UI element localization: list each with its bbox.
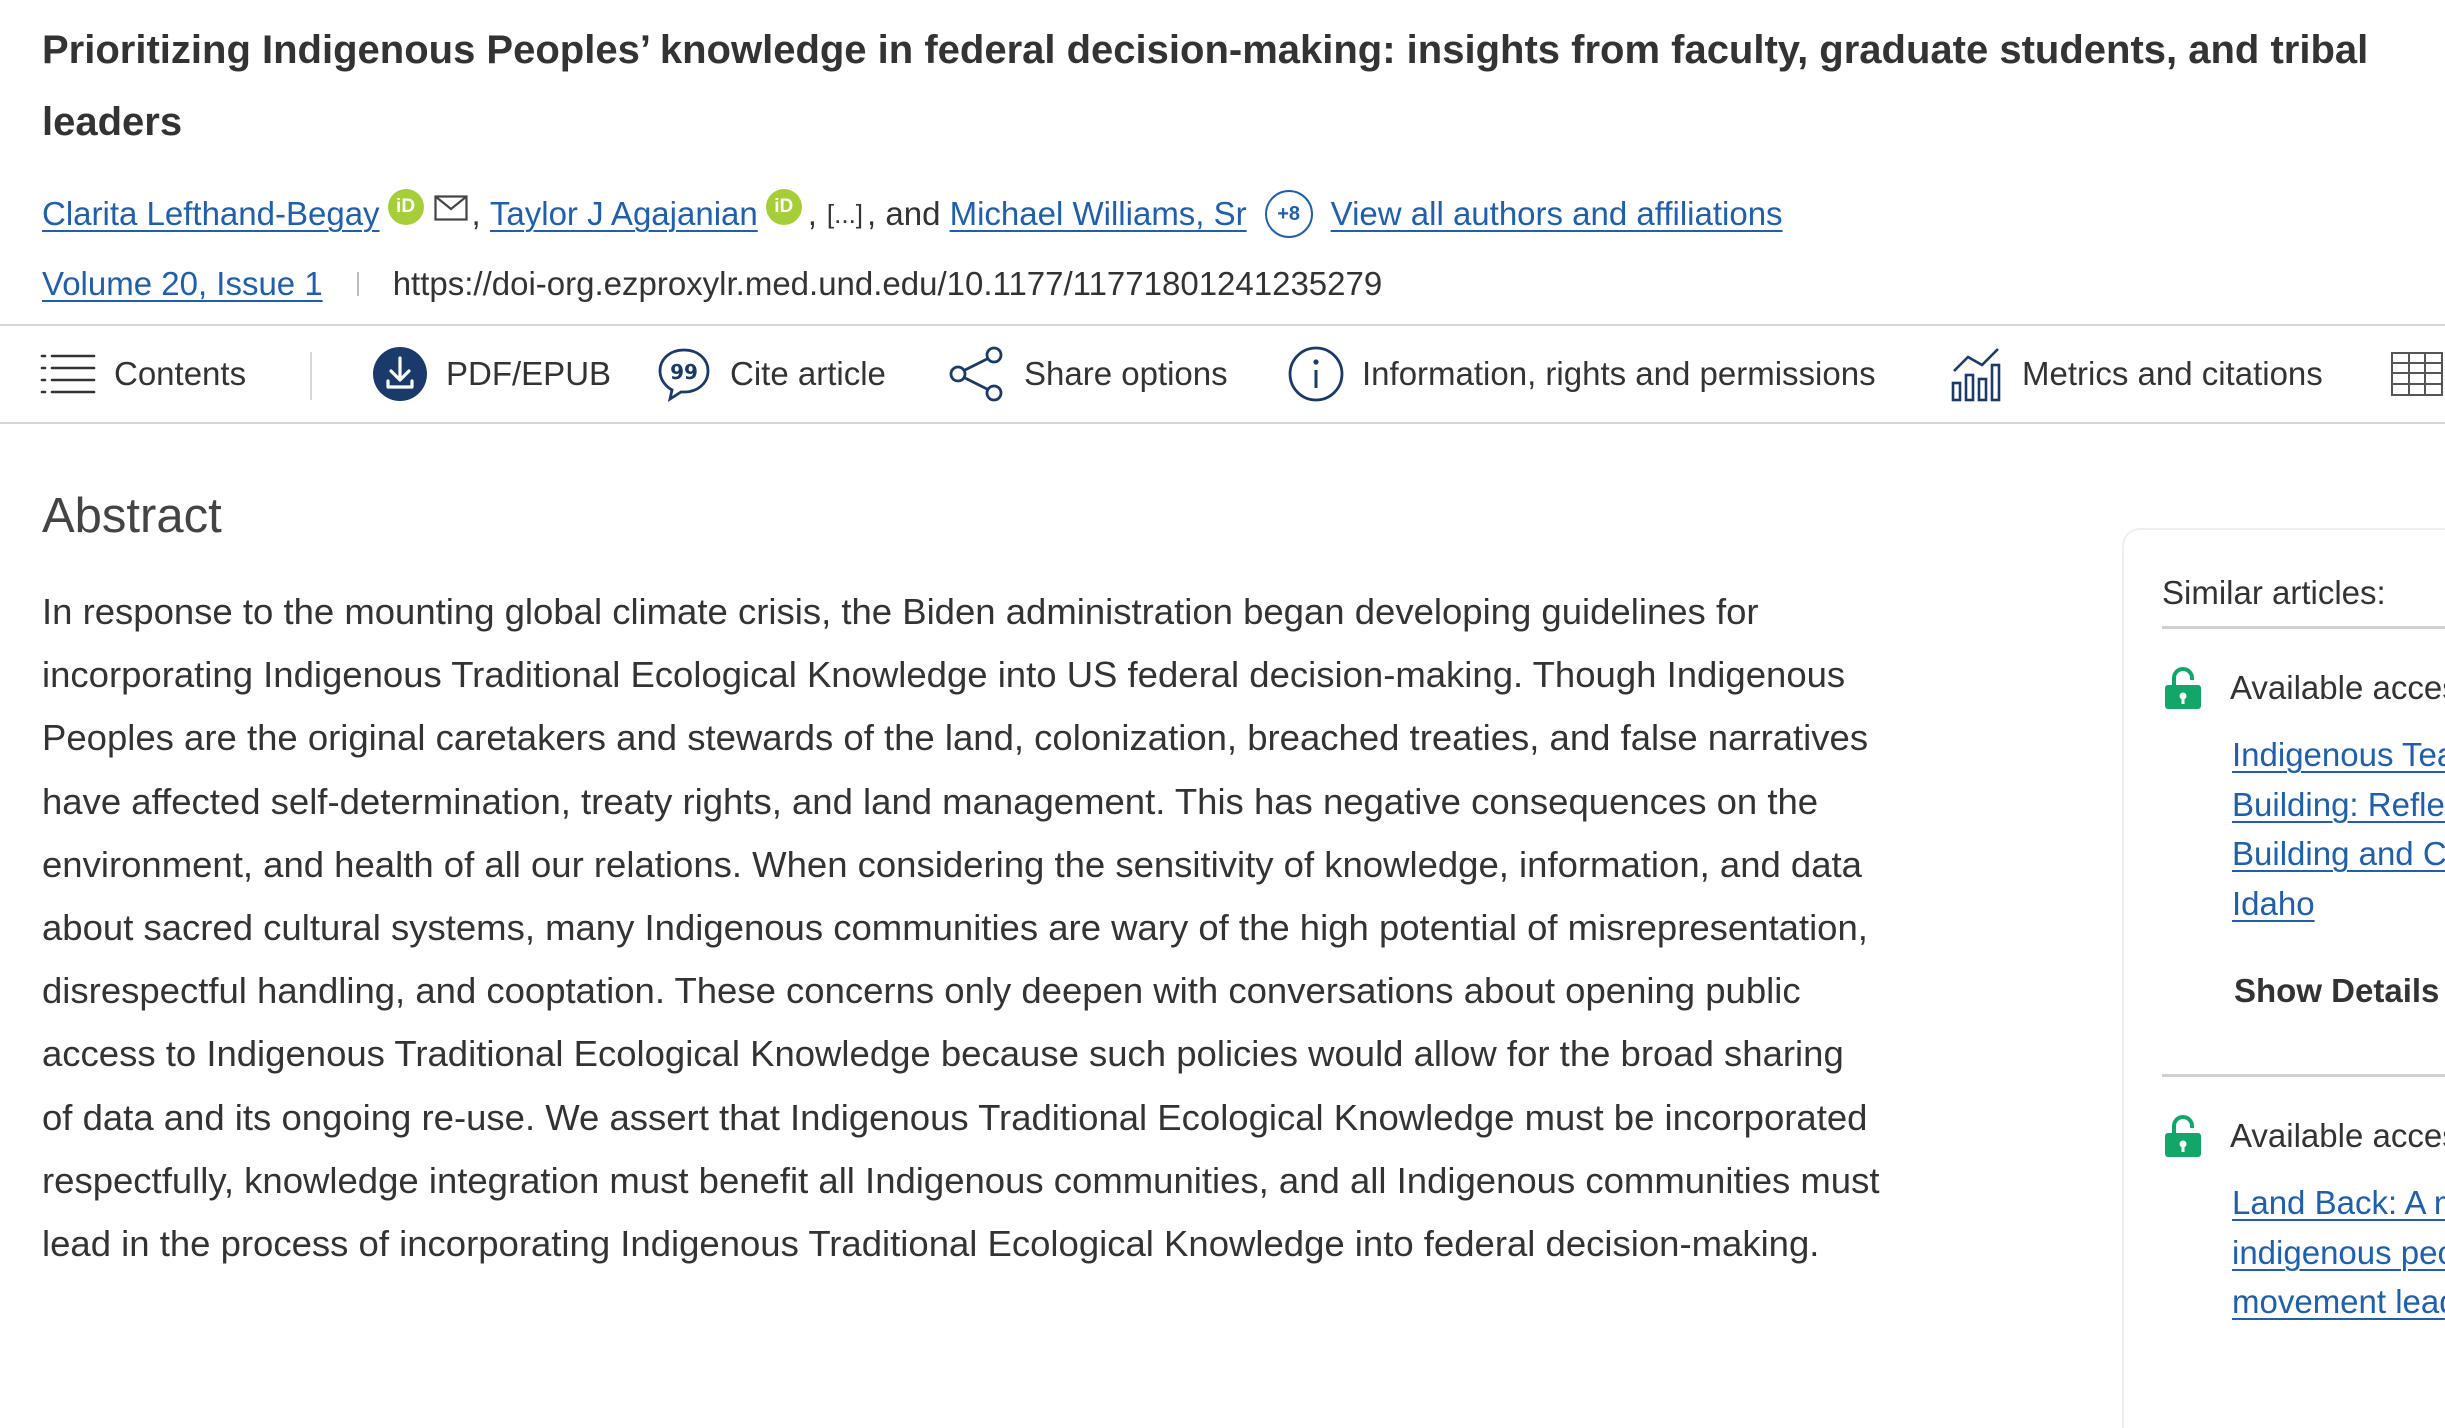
figures-tables-button[interactable] (2390, 326, 2445, 422)
pdf-epub-button[interactable]: PDF/EPUB (372, 326, 611, 422)
volume-issue-link[interactable]: Volume 20, Issue 1 (42, 265, 323, 303)
authors-and-text: and (885, 195, 941, 232)
svg-text:99: 99 (670, 360, 698, 384)
information-rights-button[interactable]: Information, rights and permissions (1288, 326, 1876, 422)
article-toolbar: Contents PDF/EPUB 99 Cite article Share … (0, 324, 2445, 424)
title-line: Indigenous Teaching (2232, 736, 2445, 773)
contents-label: Contents (114, 355, 247, 392)
divider (356, 272, 359, 296)
pdf-epub-label: PDF/EPUB (446, 355, 612, 392)
title-line: Idaho (2232, 884, 2315, 922)
show-details-button[interactable]: Show Details (2234, 972, 2439, 1010)
mail-icon[interactable] (433, 195, 468, 221)
article-title: Prioritizing Indigenous Peoples’ knowled… (42, 28, 2369, 144)
abstract-heading: Abstract (42, 489, 222, 543)
table-icon (2391, 352, 2443, 396)
share-icon (949, 346, 1003, 402)
similar-article-link[interactable]: Indigenous Teaching Building: Reflection… (2232, 730, 2445, 928)
similar-article-link[interactable]: Land Back: A meta- indigenous people mov… (2232, 1178, 2445, 1327)
menu-icon (40, 354, 96, 394)
author-separator: , (807, 195, 817, 232)
citation-row: Volume 20, Issue 1 https://doi-org.ezpro… (42, 256, 1382, 312)
orcid-icon[interactable]: iD (765, 189, 802, 225)
author-list: Clarita Lefthand-Begay iD , Taylor J Aga… (42, 184, 1783, 244)
divider (2162, 626, 2445, 629)
share-options-label: Share options (1024, 355, 1228, 392)
access-label: Available access (2230, 669, 2445, 706)
bar-chart-icon (1951, 348, 2001, 402)
authors-ellipsis[interactable]: [...] (827, 199, 863, 230)
information-rights-label: Information, rights and permissions (1362, 355, 1876, 392)
author-link-last[interactable]: Michael Williams, Sr (950, 195, 1247, 233)
author-link-2[interactable]: Taylor J Agajanian (490, 195, 758, 233)
title-line: Land Back: A meta- (2232, 1184, 2445, 1221)
divider (2162, 1074, 2445, 1077)
author-separator: , (867, 195, 886, 232)
view-all-authors-link[interactable]: View all authors and affiliations (1331, 195, 1783, 233)
cite-article-label: Cite article (730, 355, 886, 392)
abstract-body: In response to the mounting global clima… (42, 591, 1880, 1265)
unlock-icon (2165, 667, 2201, 709)
info-icon (1288, 346, 1344, 402)
access-badge: Available access (2164, 1114, 2445, 1158)
metrics-citations-button[interactable]: Metrics and citations (1950, 326, 2323, 422)
unlock-icon (2165, 1115, 2201, 1157)
title-line: movement leaders (2232, 1283, 2445, 1320)
author-link-1[interactable]: Clarita Lefthand-Begay (42, 195, 380, 233)
similar-articles-panel: Similar articles: Available access Indig… (2122, 528, 2445, 1428)
metrics-citations-label: Metrics and citations (2022, 355, 2323, 392)
title-line: indigenous people (2232, 1233, 2445, 1271)
title-line: Building and Co- (2232, 835, 2445, 872)
title-line: Building: Reflections (2232, 785, 2445, 823)
cite-article-button[interactable]: 99 Cite article (656, 326, 886, 422)
download-icon (373, 347, 427, 401)
access-label: Available access (2230, 1117, 2445, 1154)
toolbar-divider (310, 352, 312, 400)
access-badge: Available access (2164, 666, 2445, 710)
share-options-button[interactable]: Share options (948, 326, 1228, 422)
quote-icon: 99 (658, 348, 710, 402)
doi-text[interactable]: https://doi-org.ezproxylr.med.und.edu/10… (393, 265, 1383, 303)
more-authors-badge[interactable]: +8 (1264, 190, 1313, 238)
contents-button[interactable]: Contents (40, 326, 246, 422)
author-separator: , (471, 195, 490, 232)
orcid-icon[interactable]: iD (387, 189, 424, 225)
similar-articles-title: Similar articles: (2162, 574, 2386, 611)
